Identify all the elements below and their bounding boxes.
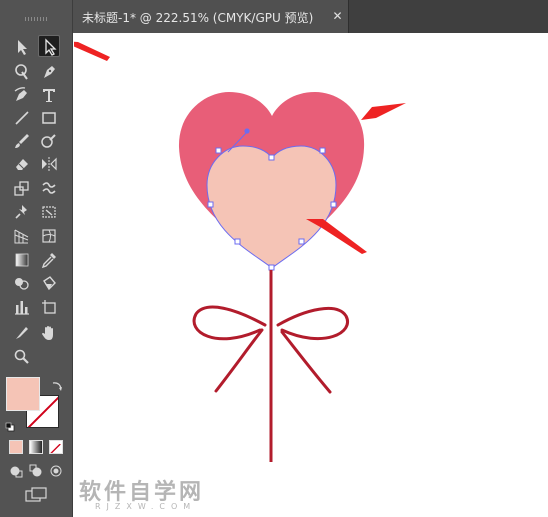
none-mode-button[interactable] [49, 440, 63, 454]
selection-tool-button[interactable] [11, 36, 33, 58]
type-tool-button[interactable] [38, 84, 60, 106]
eyedropper-icon [41, 253, 56, 269]
bow-left-loop[interactable] [192, 305, 267, 341]
eraser-icon [16, 159, 28, 170]
screen-mode-icon[interactable] [24, 486, 48, 504]
document-tab[interactable]: 未标题-1* @ 222.51% (CMYK/GPU 预览) ✕ [73, 0, 349, 33]
mesh-icon [42, 229, 56, 243]
artboard-icon [42, 300, 56, 314]
anchor-point[interactable] [268, 264, 275, 271]
draw-behind-icon[interactable] [29, 463, 43, 477]
anchor-point[interactable] [268, 154, 275, 161]
bar-graph-icon [15, 301, 29, 315]
pen-icon [44, 66, 55, 78]
scale-icon [14, 181, 29, 196]
rectangle-icon [42, 112, 56, 124]
tools-panel [0, 0, 73, 517]
eraser-tool-button[interactable] [11, 153, 33, 175]
shape-builder-tool-button[interactable] [11, 272, 33, 294]
live-paint-bucket-icon [43, 276, 56, 291]
magic-wand-icon [15, 64, 28, 80]
curvature-tool-button[interactable] [11, 84, 33, 106]
line-tool-button[interactable] [11, 107, 33, 129]
pen-tool-button[interactable] [38, 61, 60, 83]
arrow-to-direct-selection-icon [74, 41, 110, 61]
rectangle-tool-button[interactable] [38, 107, 60, 129]
slice-tool-button[interactable] [11, 322, 33, 344]
eyedropper-tool-button[interactable] [38, 249, 60, 271]
zoom-icon [14, 349, 29, 364]
slice-knife-icon [16, 327, 28, 339]
artwork [74, 41, 406, 462]
document-tab-bar: 未标题-1* @ 222.51% (CMYK/GPU 预览) ✕ [73, 0, 548, 33]
default-colors-icon[interactable] [5, 417, 15, 432]
type-icon [43, 89, 55, 102]
column-graph-tool-button[interactable] [11, 296, 33, 318]
site-watermark: 软件自学网 RJZXW.COM [79, 474, 219, 514]
close-tab-icon[interactable]: ✕ [331, 9, 344, 23]
inner-heart-shape[interactable] [206, 145, 337, 269]
live-paint-tool-button[interactable] [38, 272, 60, 294]
fill-color-swatch[interactable] [6, 377, 40, 411]
anchor-point[interactable] [234, 238, 241, 245]
arrow-black-icon [18, 40, 27, 55]
shaper-tool-button[interactable] [38, 130, 60, 152]
warp-icon [42, 182, 56, 194]
anchor-point[interactable] [319, 147, 326, 154]
artboard-canvas[interactable] [74, 33, 548, 517]
color-mode-button[interactable] [9, 440, 23, 454]
shape-builder-icon [15, 278, 29, 290]
mesh-tool-button[interactable] [38, 225, 60, 247]
panel-grip[interactable] [25, 17, 47, 21]
curvature-icon [14, 87, 27, 101]
hand-tool-button[interactable] [38, 322, 60, 344]
magic-wand-tool-button[interactable] [11, 61, 33, 83]
zoom-tool-button[interactable] [11, 346, 33, 368]
line-segment-icon [15, 111, 29, 125]
artboard-tool-button[interactable] [38, 296, 60, 318]
draw-normal-icon[interactable] [9, 463, 23, 478]
warp-tool-button[interactable] [38, 177, 60, 199]
direction-handle-point[interactable] [244, 128, 250, 134]
gradient-tool-button[interactable] [11, 249, 33, 271]
anchor-point[interactable] [215, 147, 222, 154]
direct-selection-tool-button[interactable] [38, 35, 60, 57]
free-transform-tool-button[interactable] [38, 201, 60, 223]
pushpin-icon [15, 205, 27, 219]
bow-right-tail[interactable] [280, 330, 332, 394]
watermark-url: RJZXW.COM [95, 502, 197, 511]
paintbrush-tool-button[interactable] [11, 130, 33, 152]
hand-icon [42, 326, 53, 340]
draw-inside-icon[interactable] [49, 463, 63, 477]
gradient-mode-button[interactable] [29, 440, 43, 454]
anchor-point[interactable] [207, 201, 214, 208]
reflect-tool-button[interactable] [38, 153, 60, 175]
document-title: 未标题-1* @ 222.51% (CMYK/GPU 预览) [82, 11, 314, 25]
arrow-to-outer-heart-icon [361, 103, 406, 120]
free-transform-icon [42, 206, 56, 218]
puppet-warp-tool-button[interactable] [11, 201, 33, 223]
paintbrush-icon [15, 134, 29, 148]
perspective-grid-icon [14, 229, 29, 244]
scale-tool-button[interactable] [11, 177, 33, 199]
anchor-point[interactable] [298, 238, 305, 245]
swap-colors-icon[interactable] [51, 377, 63, 391]
reflect-icon [42, 157, 57, 171]
arrow-white-icon [45, 38, 57, 56]
bow-right-loop[interactable] [276, 307, 349, 340]
perspective-grid-tool-button[interactable] [11, 225, 33, 247]
anchor-point[interactable] [330, 201, 337, 208]
gradient-icon [15, 253, 29, 267]
shaper-icon [41, 134, 56, 148]
